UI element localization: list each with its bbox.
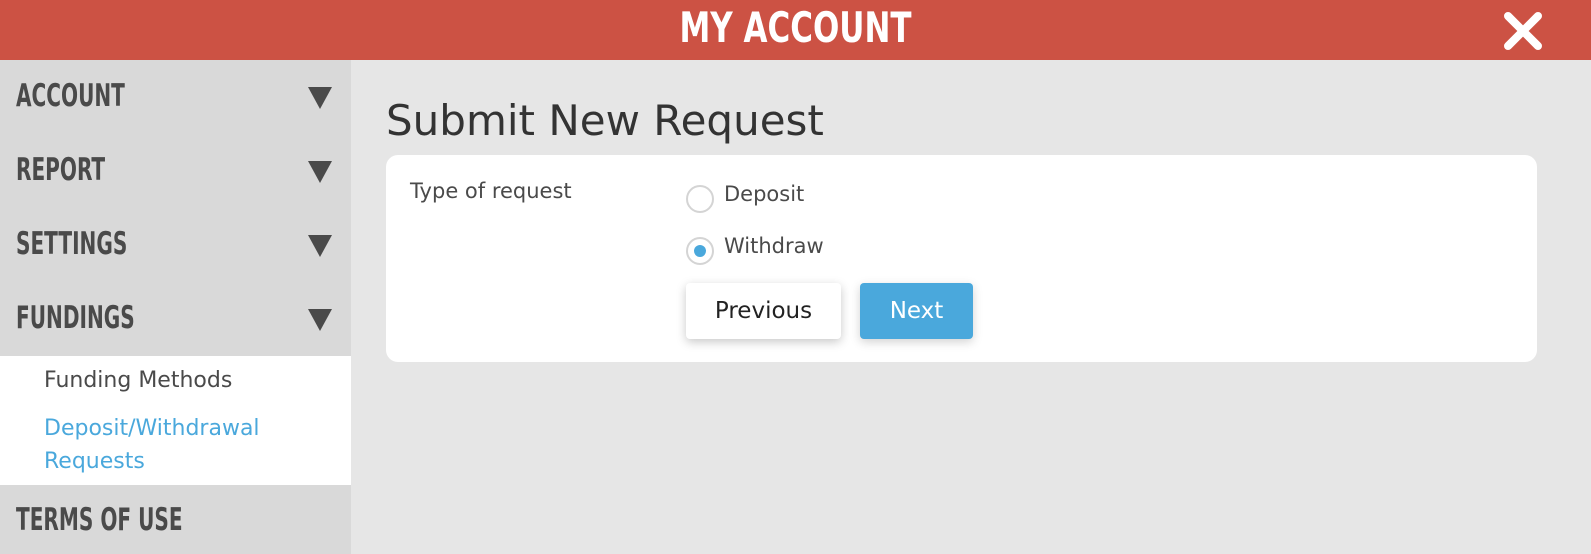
- sidebar-item-label: TERMS OF USE: [16, 502, 183, 538]
- previous-button[interactable]: Previous: [686, 283, 841, 339]
- sidebar-item-fundings[interactable]: FUNDINGS: [0, 282, 351, 356]
- sidebar-item-label: REPORT: [16, 152, 106, 188]
- section-title: Submit New Request: [386, 96, 824, 145]
- submenu-item-deposit-withdrawal-requests[interactable]: Deposit/Withdrawal Requests: [44, 412, 260, 478]
- type-of-request-label: Type of request: [410, 179, 572, 203]
- fundings-submenu: Funding Methods Deposit/Withdrawal Reque…: [0, 356, 351, 485]
- page-title: MY ACCOUNT: [679, 3, 912, 52]
- my-account-modal: MY ACCOUNT ACCOUNT REPORT SETTINGS FUNDI…: [0, 0, 1591, 554]
- sidebar-item-label: FUNDINGS: [16, 300, 135, 336]
- sidebar-item-account[interactable]: ACCOUNT: [0, 60, 351, 134]
- close-icon: [1504, 12, 1542, 50]
- header-bar: MY ACCOUNT: [0, 0, 1591, 60]
- sidebar-item-settings[interactable]: SETTINGS: [0, 208, 351, 282]
- chevron-down-icon: [308, 161, 332, 183]
- radio-button-withdraw[interactable]: [686, 237, 714, 265]
- radio-button-deposit[interactable]: [686, 185, 714, 213]
- sidebar-item-label: SETTINGS: [16, 226, 128, 262]
- submenu-item-label-line1: Deposit/Withdrawal: [44, 416, 260, 441]
- sidebar-item-label: ACCOUNT: [16, 78, 125, 114]
- chevron-down-icon: [308, 87, 332, 109]
- request-form-card: Type of request Deposit Withdraw Previou…: [386, 155, 1537, 362]
- sidebar-item-terms-of-use[interactable]: TERMS OF USE: [0, 484, 351, 554]
- chevron-down-icon: [308, 309, 332, 331]
- next-button[interactable]: Next: [860, 283, 973, 339]
- submenu-item-funding-methods[interactable]: Funding Methods: [44, 364, 232, 397]
- close-button[interactable]: [1500, 8, 1546, 54]
- sidebar-item-report[interactable]: REPORT: [0, 134, 351, 208]
- chevron-down-icon: [308, 235, 332, 257]
- submenu-item-label-line2: Requests: [44, 449, 145, 474]
- radio-label: Deposit: [724, 182, 805, 206]
- radio-label: Withdraw: [724, 234, 824, 258]
